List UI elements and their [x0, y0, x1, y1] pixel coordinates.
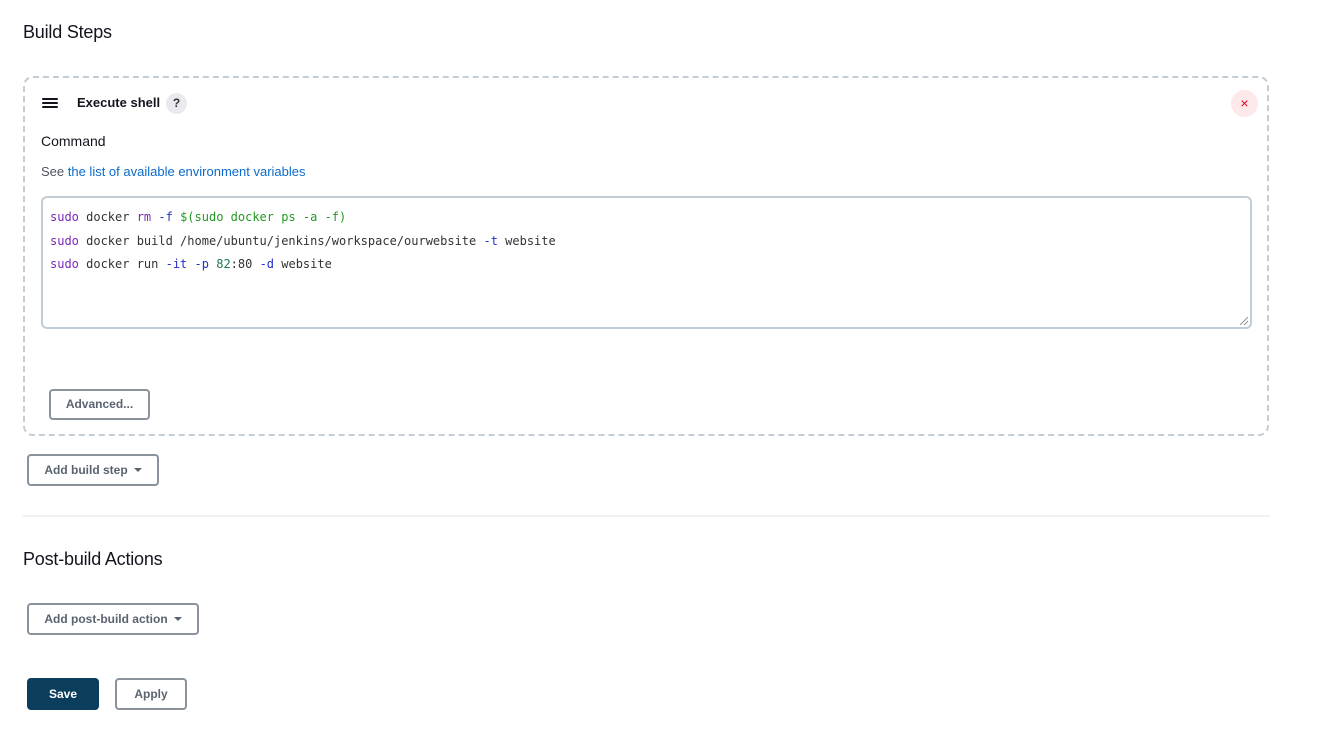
help-icon[interactable]: ? — [166, 93, 187, 114]
step-title: Execute shell — [77, 95, 161, 110]
command-textarea[interactable]: sudo docker rm -f $(sudo docker ps -a -f… — [41, 196, 1252, 329]
drag-handle-icon[interactable] — [42, 98, 58, 110]
env-vars-link[interactable]: the list of available environment variab… — [68, 164, 306, 179]
resize-handle-icon[interactable] — [1240, 317, 1248, 325]
advanced-button[interactable]: Advanced... — [49, 389, 150, 420]
add-build-step-label: Add build step — [44, 463, 128, 477]
env-vars-hint: See the list of available environment va… — [41, 164, 306, 179]
command-line-3: sudo docker run -it -p 82:80 -d website — [50, 257, 332, 271]
caret-down-icon — [133, 467, 142, 472]
add-build-step-button[interactable]: Add build step — [27, 454, 159, 486]
env-prefix: See — [41, 164, 68, 179]
command-line-1: sudo docker rm -f $(sudo docker ps -a -f… — [50, 210, 347, 224]
delete-step-button[interactable]: × — [1231, 90, 1258, 117]
command-label: Command — [41, 133, 106, 149]
execute-shell-step: Execute shell ? × Command See the list o… — [23, 76, 1269, 436]
section-divider — [23, 515, 1270, 517]
add-post-build-action-button[interactable]: Add post-build action — [27, 603, 199, 635]
build-steps-heading: Build Steps — [23, 22, 112, 42]
caret-down-icon — [173, 616, 182, 621]
add-post-build-action-label: Add post-build action — [44, 612, 168, 626]
command-line-2: sudo docker build /home/ubuntu/jenkins/w… — [50, 233, 556, 248]
apply-button[interactable]: Apply — [115, 678, 187, 710]
post-build-heading: Post-build Actions — [23, 549, 163, 569]
save-button[interactable]: Save — [27, 678, 99, 710]
